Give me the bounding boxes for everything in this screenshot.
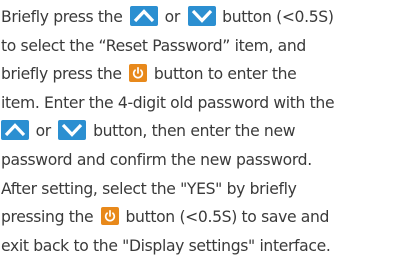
power-button-icon: [129, 64, 147, 82]
text-segment: or: [35, 122, 52, 141]
text-line-3: briefly press the button to enter the: [1, 60, 408, 89]
text-segment: button (<0.5S) to save and: [125, 208, 330, 227]
up-button-icon: [1, 120, 29, 140]
text-line-4: item. Enter the 4-digit old password wit…: [1, 93, 335, 112]
text-segment: button to enter the: [153, 65, 297, 84]
text-line-9: exit back to the "Display settings" inte…: [1, 236, 331, 255]
instruction-paragraph: Briefly press the or button (<0.5S) to s…: [0, 0, 408, 265]
text-line-8: pressing the button (<0.5S) to save and: [1, 203, 408, 232]
power-button-icon: [101, 207, 119, 225]
text-segment: Briefly press the: [1, 8, 123, 26]
text-segment: button (<0.5S): [222, 8, 334, 26]
text-line-6: password and confirm the new password.: [1, 150, 312, 169]
up-button-icon: [130, 6, 158, 26]
text-line-7: After setting, select the "YES" by brief…: [1, 179, 297, 198]
text-segment: button, then enter the new: [93, 122, 296, 141]
text-line-5: or button, then enter the new: [1, 117, 408, 146]
text-segment: briefly press the: [1, 65, 122, 84]
down-button-icon: [58, 120, 86, 140]
text-segment: pressing the: [1, 208, 94, 227]
text-line-1: Briefly press the or button (<0.5S): [1, 3, 408, 32]
down-button-icon: [188, 6, 216, 26]
text-line-2: to select the “Reset Password” item, and: [1, 36, 306, 55]
text-segment: or: [164, 8, 181, 26]
